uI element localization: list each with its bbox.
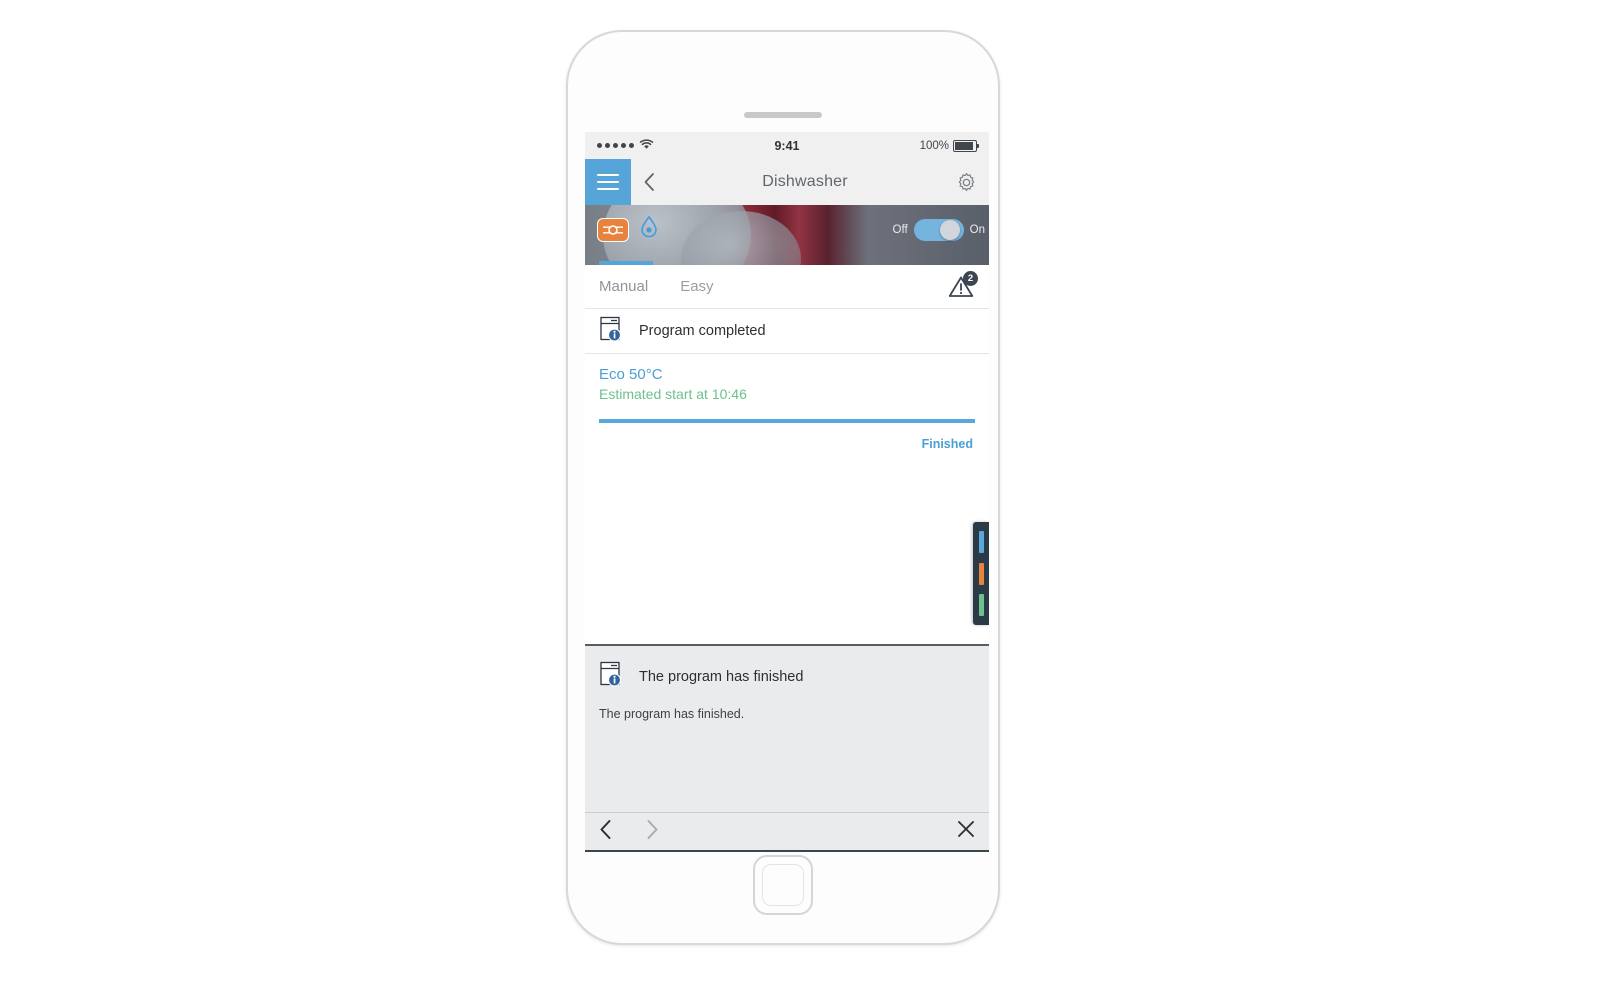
dishwasher-info-icon (599, 315, 625, 348)
phone-screen: 9:41 100% Dishwasher Off On Manual Easy … (585, 132, 989, 852)
progress-fill (599, 419, 975, 423)
toggle-off-label: Off (892, 224, 908, 236)
status-bar-left (597, 138, 654, 153)
battery-percent-label: 100% (919, 139, 949, 152)
task-strip (585, 850, 989, 852)
chevron-right-icon[interactable] (646, 819, 659, 845)
hamburger-icon[interactable] (585, 159, 631, 205)
chevron-left-icon[interactable] (599, 819, 612, 845)
status-bar-right: 100% (919, 139, 979, 152)
chevron-left-icon[interactable] (631, 172, 667, 192)
home-button-inner (762, 864, 804, 906)
program-estimated-start: Estimated start at 10:46 (599, 386, 747, 402)
program-badge-icon[interactable] (597, 217, 629, 242)
toggle-knob[interactable] (939, 220, 960, 240)
tab-manual[interactable]: Manual (599, 278, 648, 295)
water-drop-icon[interactable] (639, 215, 659, 244)
notification-panel: The program has finished The program has… (585, 644, 989, 812)
color-segment-green (978, 593, 984, 616)
color-strip-handle[interactable] (973, 522, 989, 625)
power-toggle-group: Off On (893, 219, 985, 241)
gear-icon[interactable] (943, 172, 989, 193)
notification-title: The program has finished (639, 668, 804, 685)
progress-track (599, 419, 975, 423)
color-segment-blue (978, 531, 984, 554)
notification-body: The program has finished. (599, 707, 745, 721)
program-info-block: Eco 50°C Estimated start at 10:46 Finish… (585, 354, 989, 451)
close-x-icon[interactable] (957, 820, 975, 843)
warning-triangle-icon[interactable]: 2 (949, 271, 978, 298)
dishwasher-info-icon (599, 660, 625, 693)
warning-count-badge: 2 (963, 271, 978, 286)
hero-icons (597, 215, 659, 244)
phone-frame: 9:41 100% Dishwasher Off On Manual Easy … (566, 30, 1000, 945)
power-toggle[interactable] (913, 219, 964, 241)
dishwasher-info-icon[interactable] (955, 851, 975, 852)
toggle-on-label: On (969, 224, 985, 236)
color-segment-orange (978, 562, 984, 585)
status-bar: 9:41 100% (585, 132, 989, 159)
page-title: Dishwasher (762, 173, 848, 190)
battery-icon (953, 139, 979, 152)
screenshot-canvas: 9:41 100% Dishwasher Off On Manual Easy … (0, 0, 1600, 1000)
wifi-icon (639, 138, 654, 153)
appliance-hero-banner: Off On (585, 205, 989, 265)
signal-strength-icon (597, 143, 634, 148)
program-status-row[interactable]: Program completed (585, 309, 989, 354)
active-tab-indicator (599, 261, 653, 265)
program-status-text: Program completed (639, 323, 766, 339)
navigation-bar: Dishwasher (585, 159, 989, 205)
program-name: Eco 50°C (599, 366, 663, 383)
home-button[interactable] (753, 855, 813, 915)
program-state-label: Finished (921, 437, 973, 451)
notification-header: The program has finished (599, 660, 975, 693)
tab-easy[interactable]: Easy (680, 278, 713, 295)
notification-bottom-bar (585, 812, 989, 850)
phone-speaker-grille (744, 112, 822, 118)
mode-tab-bar: Manual Easy 2 (585, 265, 989, 309)
